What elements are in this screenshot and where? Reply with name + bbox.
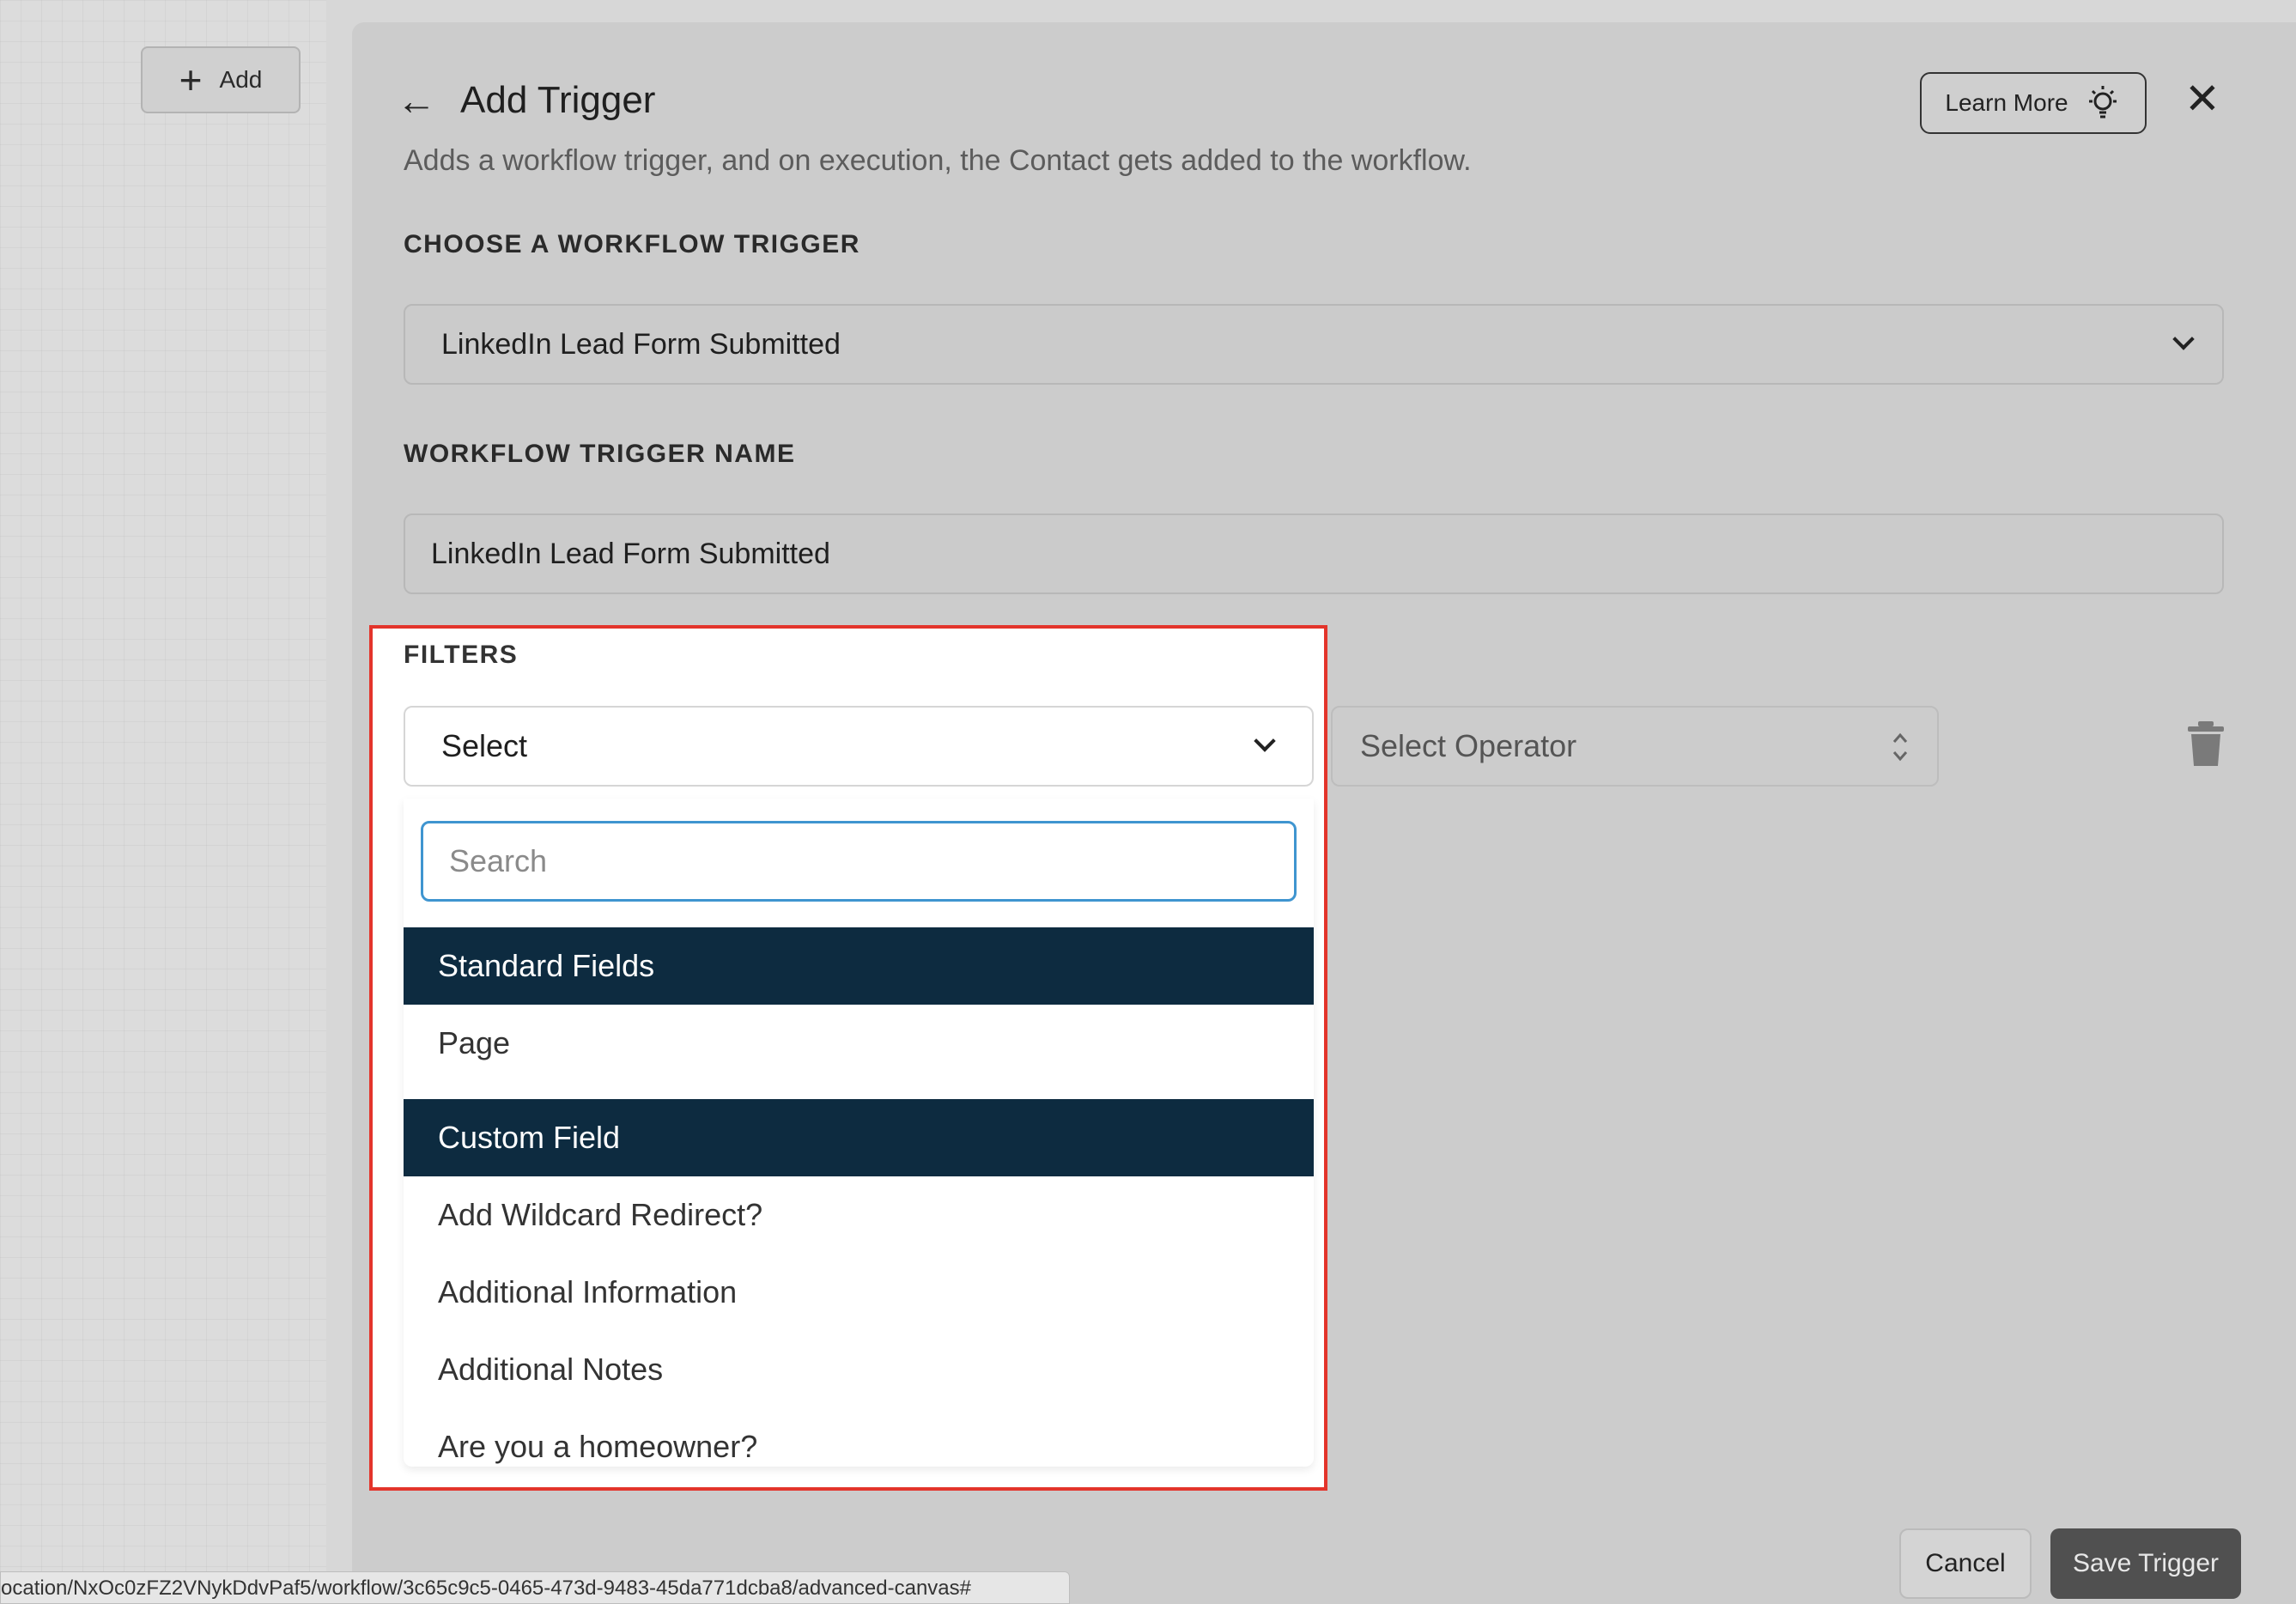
filter-field-value: Select: [441, 728, 528, 763]
trigger-name-input[interactable]: LinkedIn Lead Form Submitted: [404, 513, 2224, 594]
cancel-button[interactable]: Cancel: [1899, 1528, 2032, 1599]
learn-more-button[interactable]: Learn More: [1920, 72, 2147, 134]
trigger-type-value: LinkedIn Lead Form Submitted: [441, 327, 841, 361]
filters-label: FILTERS: [404, 641, 519, 669]
search-input[interactable]: [421, 821, 1297, 902]
option-additional-information[interactable]: Additional Information: [404, 1254, 1314, 1331]
save-trigger-button[interactable]: Save Trigger: [2050, 1528, 2241, 1599]
option-add-wildcard-redirect[interactable]: Add Wildcard Redirect?: [404, 1176, 1314, 1254]
option-are-you-a-homeowner[interactable]: Are you a homeowner?: [404, 1408, 1314, 1467]
option-additional-notes[interactable]: Additional Notes: [404, 1331, 1314, 1408]
trigger-section-label: CHOOSE A WORKFLOW TRIGGER: [404, 230, 860, 258]
page-title: Add Trigger: [460, 79, 656, 121]
back-arrow-icon[interactable]: ←: [397, 81, 436, 120]
filter-field-select[interactable]: Select: [404, 706, 1314, 787]
lightbulb-icon: [2088, 86, 2117, 118]
panel-header: ← Add Trigger: [397, 79, 655, 122]
add-button[interactable]: + Add: [141, 46, 301, 113]
plus-icon: +: [179, 58, 203, 102]
close-icon[interactable]: ✕: [2184, 77, 2220, 120]
page-subtitle: Adds a workflow trigger, and on executio…: [404, 144, 1472, 177]
trigger-name-value: LinkedIn Lead Form Submitted: [431, 537, 830, 570]
option-page[interactable]: Page: [404, 1005, 1314, 1082]
chevron-down-icon: [1254, 730, 1276, 752]
add-button-label: Add: [219, 66, 263, 93]
chevron-down-icon: [2172, 328, 2195, 350]
trigger-type-select[interactable]: LinkedIn Lead Form Submitted: [404, 304, 2224, 385]
operator-select[interactable]: Select Operator: [1331, 706, 1939, 787]
group-header-custom-field: Custom Field: [404, 1099, 1314, 1176]
workflow-canvas: [0, 0, 326, 1604]
chevron-up-down-icon: [1892, 732, 1908, 762]
trash-icon[interactable]: [2186, 720, 2226, 768]
group-header-standard-fields: Standard Fields: [404, 927, 1314, 1005]
learn-more-label: Learn More: [1945, 89, 2068, 116]
filter-field-dropdown: Standard Fields Page Custom Field Add Wi…: [404, 799, 1314, 1467]
trigger-name-label: WORKFLOW TRIGGER NAME: [404, 440, 796, 468]
status-bar-url: ocation/NxOc0zFZ2VNykDdvPaf5/workflow/3c…: [0, 1571, 1070, 1604]
operator-placeholder: Select Operator: [1360, 728, 1577, 763]
